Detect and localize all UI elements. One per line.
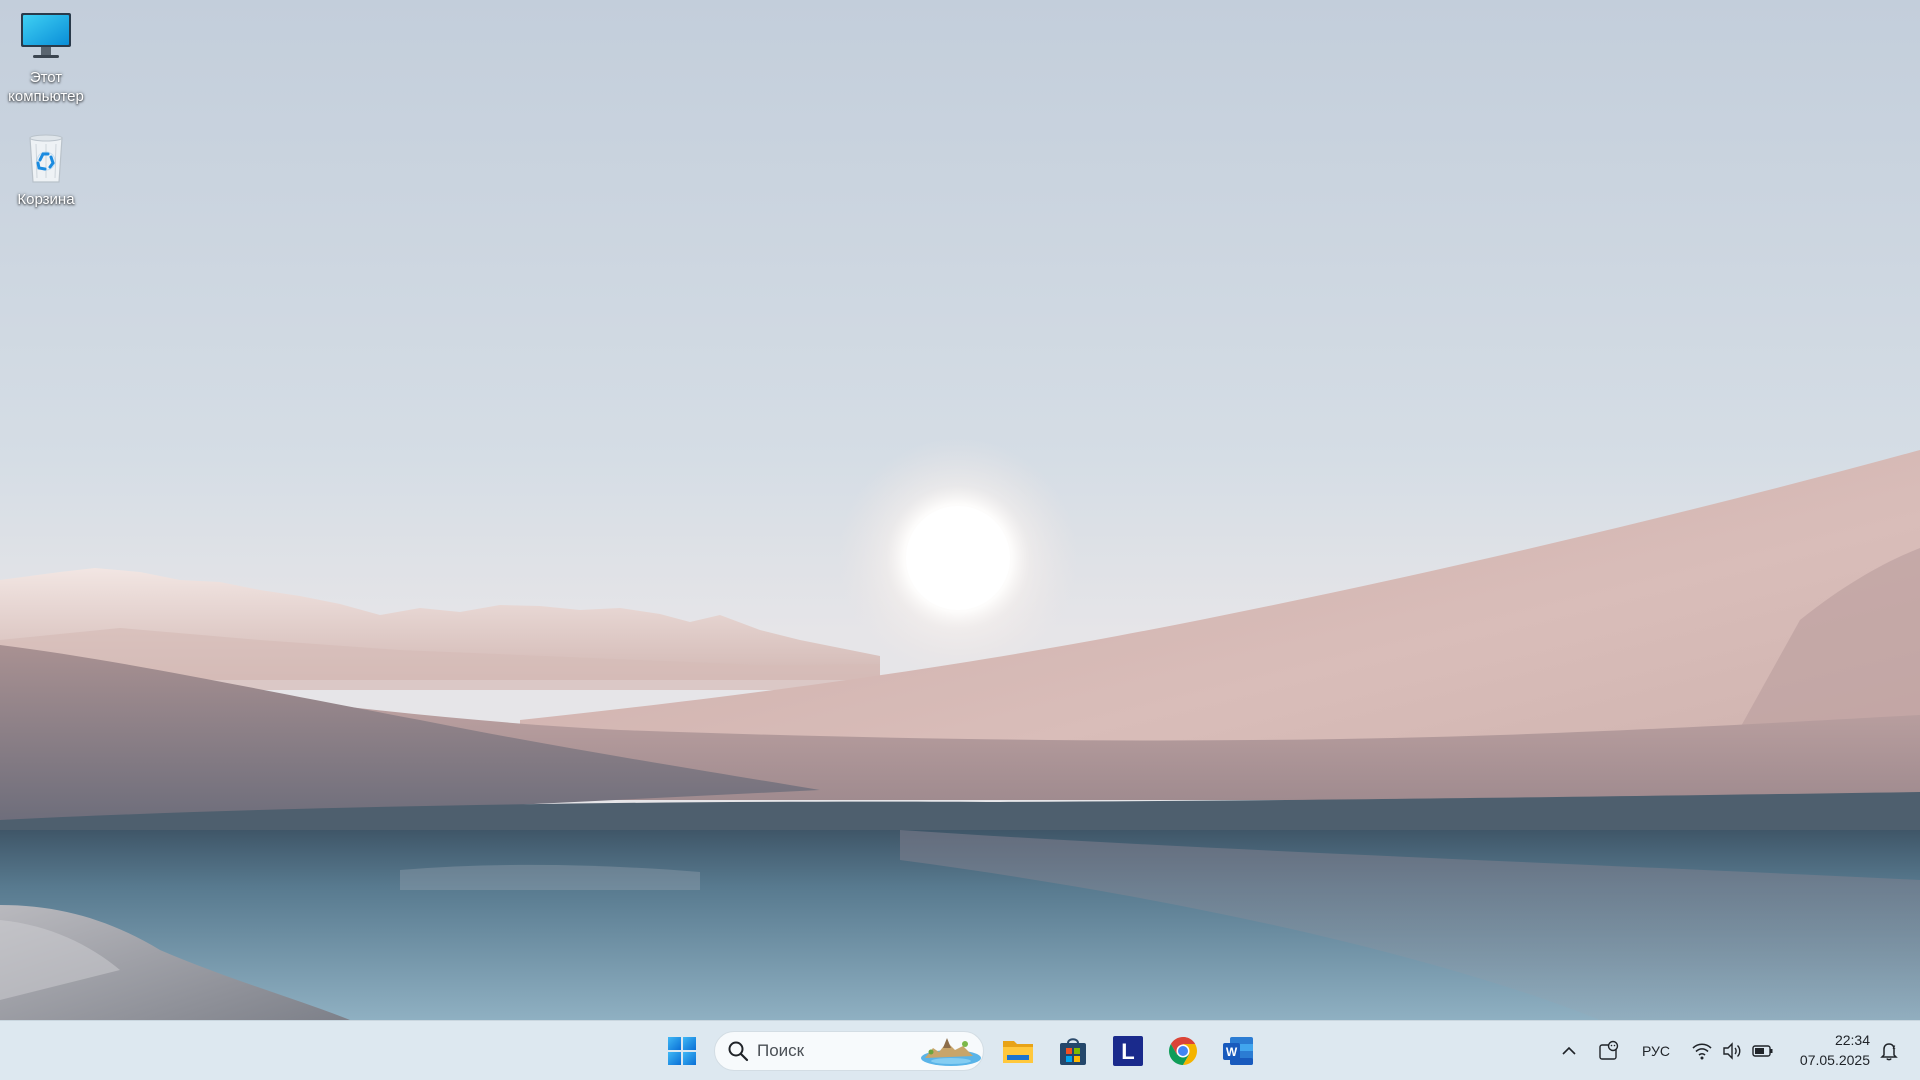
monitor-icon: [21, 13, 71, 58]
speaker-icon: [1723, 1042, 1741, 1060]
taskbar-search-box[interactable]: Поиск: [714, 1031, 984, 1071]
recycle-bin-icon: [29, 134, 63, 183]
chevron-up-icon: [1562, 1046, 1576, 1055]
taskbar-app-l[interactable]: L: [1106, 1029, 1150, 1073]
wifi-icon: [1692, 1043, 1712, 1060]
folder-icon: [1003, 1041, 1033, 1063]
tray-meet-now-button[interactable]: [1594, 1035, 1624, 1067]
notifications-button[interactable]: z: [1874, 1035, 1904, 1067]
chat-icon: [1599, 1040, 1619, 1060]
svg-text:z: z: [1893, 1045, 1896, 1051]
battery-icon: [1752, 1045, 1773, 1057]
bell-snooze-icon: z: [1880, 1043, 1898, 1061]
clock-date: 07.05.2025: [1799, 1052, 1870, 1068]
svg-text:L: L: [1121, 1039, 1134, 1064]
taskbar-app-file-explorer[interactable]: [996, 1029, 1040, 1073]
taskbar-app-microsoft-store[interactable]: [1051, 1029, 1095, 1073]
start-button[interactable]: [660, 1029, 704, 1073]
desktop[interactable]: Этот компьютер Корзина: [0, 0, 1920, 1020]
desktop-icon-label: Этот компьютер: [8, 69, 84, 105]
tray-volume-button[interactable]: [1718, 1035, 1746, 1067]
svg-text:W: W: [1226, 1045, 1238, 1059]
search-highlight-icon: [921, 1038, 981, 1066]
tray-overflow-button[interactable]: [1554, 1035, 1584, 1067]
taskbar-app-microsoft-word[interactable]: W: [1216, 1029, 1260, 1073]
clock-time: 22:34: [1834, 1032, 1870, 1048]
search-icon: [728, 1041, 749, 1062]
search-placeholder: Поиск: [757, 1041, 805, 1060]
taskbar: Поиск L W РУС 22:34 07.05.2025 z: [0, 1020, 1920, 1080]
store-icon: [1060, 1038, 1086, 1065]
taskbar-clock[interactable]: 22:34 07.05.2025: [1788, 1030, 1870, 1070]
tray-network-button[interactable]: [1688, 1035, 1716, 1067]
chrome-icon: [1169, 1037, 1197, 1065]
desktop-icon-this-pc[interactable]: Этот компьютер: [4, 8, 88, 106]
desktop-icon-label: Корзина: [17, 191, 75, 208]
desktop-icon-recycle-bin[interactable]: Корзина: [4, 130, 88, 209]
windows-start-icon: [668, 1037, 696, 1065]
language-indicator[interactable]: РУС: [1638, 1035, 1674, 1067]
l-app-icon: L: [1113, 1036, 1143, 1066]
wallpaper: [0, 0, 1920, 1020]
word-icon: W: [1223, 1037, 1253, 1065]
taskbar-app-google-chrome[interactable]: [1161, 1029, 1205, 1073]
tray-battery-button[interactable]: [1748, 1035, 1778, 1067]
